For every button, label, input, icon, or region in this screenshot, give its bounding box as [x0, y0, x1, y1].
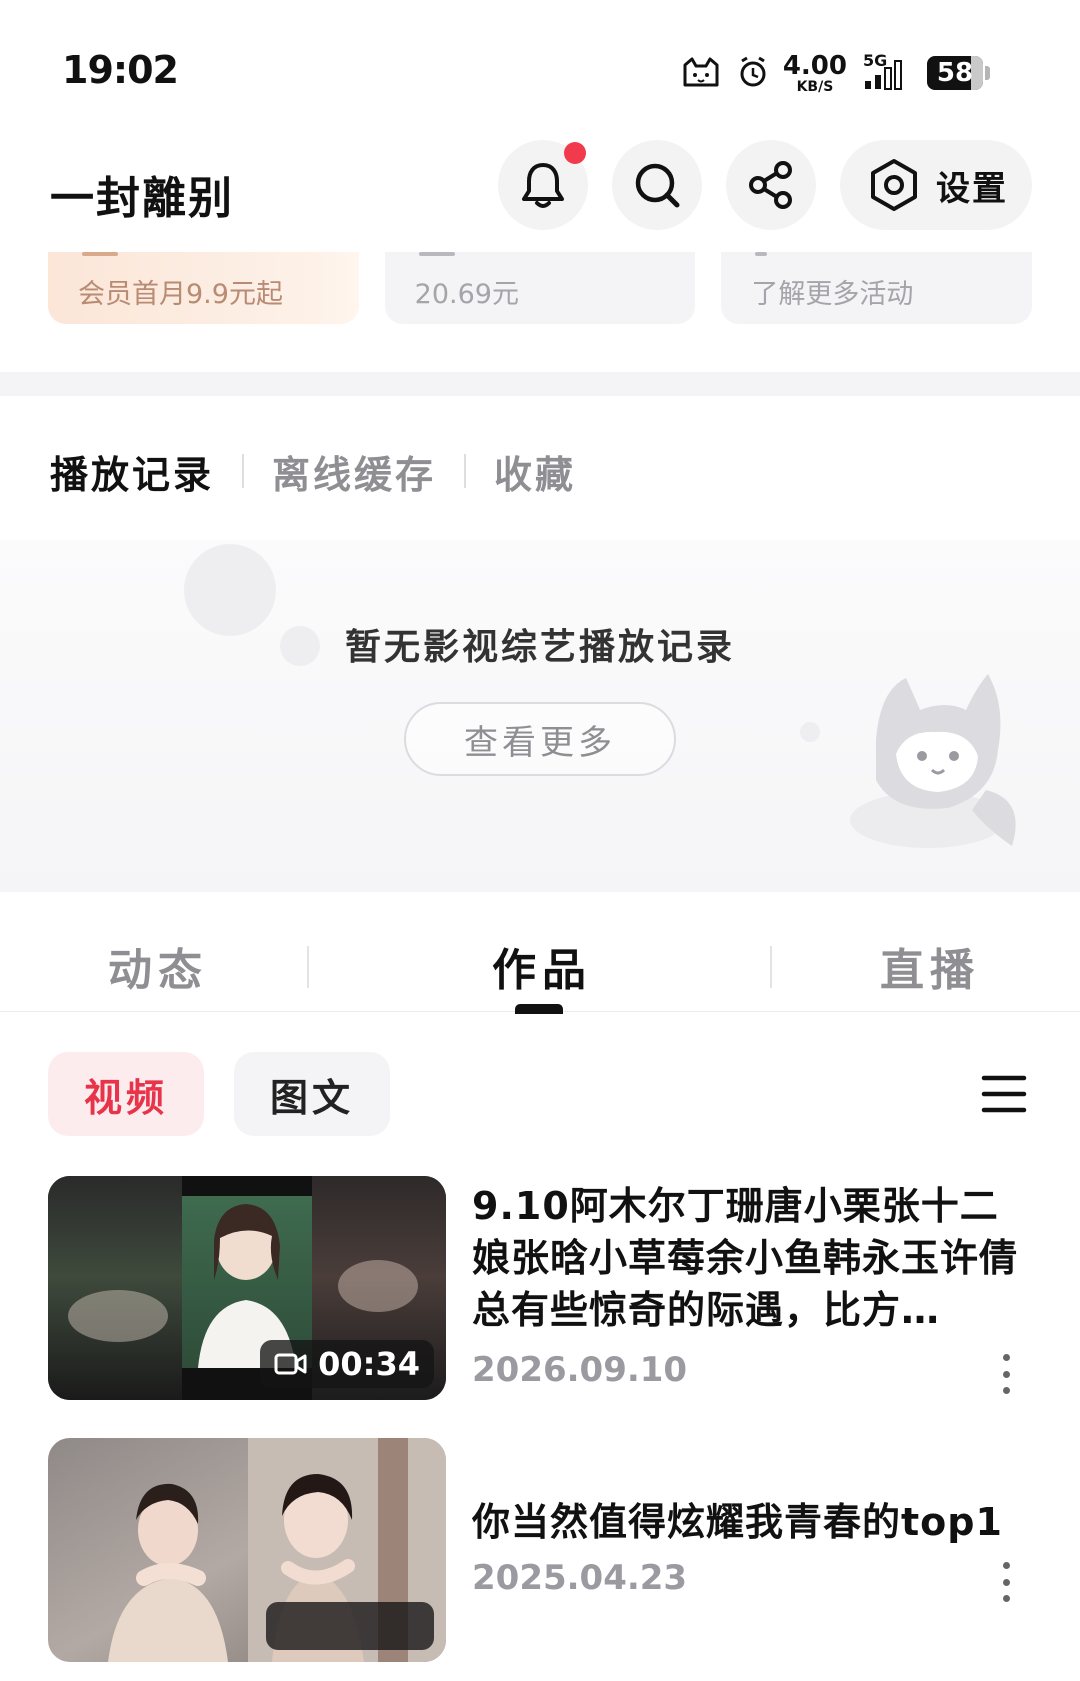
tab-separator: [464, 454, 467, 488]
promo-card-icon-stub: [418, 252, 455, 256]
share-icon: [749, 161, 792, 209]
settings-label: 设置: [936, 168, 1008, 209]
tab-favorites[interactable]: 收藏: [494, 444, 576, 499]
content-tabs: 动态 作品 直播: [0, 920, 1080, 1014]
tab-separator: [770, 946, 772, 988]
tab-dynamics[interactable]: 动态: [108, 934, 208, 998]
view-more-button[interactable]: 查看更多: [404, 702, 676, 776]
active-tab-indicator: [515, 1004, 563, 1014]
video-thumbnail[interactable]: [48, 1438, 446, 1662]
tab-separator: [307, 946, 309, 988]
promo-card-text: 了解更多活动: [751, 279, 914, 310]
status-bar: 19:02 4.00 KB/S 5G 58: [0, 0, 1080, 130]
signal-icon: 5G: [861, 51, 913, 91]
alarm-icon: [737, 55, 769, 91]
cat-notification-icon: [679, 55, 723, 91]
list-menu-icon[interactable]: [980, 1070, 1028, 1118]
empty-history-area: 暂无影视综艺播放记录 查看更多: [0, 540, 1080, 892]
promo-card-icon-stub: [755, 252, 768, 256]
promo-card-text: 会员首月9.9元起: [78, 279, 283, 310]
profile-header: 一封離别 设置: [0, 140, 1080, 240]
settings-button[interactable]: 设置: [840, 140, 1032, 230]
search-icon: [635, 163, 680, 208]
status-time: 19:02: [62, 48, 179, 92]
share-button[interactable]: [726, 140, 816, 230]
notification-button[interactable]: [498, 140, 588, 230]
video-title[interactable]: 9.10阿木尔丁珊唐小栗张十二娘张晗小草莓余小鱼韩永玉许倩 总有些惊奇的际遇，比…: [472, 1180, 1032, 1336]
settings-hex-icon: [871, 159, 917, 211]
more-options-icon[interactable]: [994, 1354, 1018, 1394]
promo-card-vip[interactable]: 会员首月9.9元起: [48, 252, 359, 324]
history-tabs: 播放记录 离线缓存 收藏: [50, 444, 576, 499]
promo-card-icon-stub: [82, 252, 118, 256]
tab-separator: [242, 454, 245, 488]
tab-play-history[interactable]: 播放记录: [50, 444, 214, 499]
video-date: 2026.09.10: [472, 1350, 688, 1390]
notification-dot: [564, 142, 586, 164]
fox-mascot-icon: [850, 674, 1016, 848]
promo-cards: 会员首月9.9元起 20.69元 了解更多活动: [48, 252, 1033, 324]
tab-live[interactable]: 直播: [880, 934, 980, 998]
video-duration-badge: 00:34: [260, 1340, 434, 1388]
video-item[interactable]: 你当然值得炫耀我青春的top1 2025.04.23: [48, 1438, 1038, 1664]
status-icons: 4.00 KB/S 5G 58: [679, 50, 990, 96]
filter-pills: 视频 图文: [48, 1052, 390, 1136]
net-speed: 4.00 KB/S: [782, 50, 847, 95]
search-button[interactable]: [612, 140, 702, 230]
decor-bubble: [800, 722, 820, 742]
video-thumbnail[interactable]: 00:34: [48, 1176, 446, 1400]
section-divider: [0, 372, 1080, 396]
bell-icon: [522, 163, 564, 208]
video-date: 2025.04.23: [472, 1558, 688, 1598]
video-title[interactable]: 你当然值得炫耀我青春的top1: [472, 1496, 1032, 1548]
video-item[interactable]: 00:34 9.10阿木尔丁珊唐小栗张十二娘张晗小草莓余小鱼韩永玉许倩 总有些惊…: [48, 1176, 1038, 1402]
empty-history-message: 暂无影视综艺播放记录: [344, 627, 735, 668]
more-options-icon[interactable]: [994, 1562, 1018, 1602]
promo-card-activities[interactable]: 了解更多活动: [721, 252, 1033, 324]
tab-works[interactable]: 作品: [492, 934, 592, 998]
promo-card-balance[interactable]: 20.69元: [384, 252, 696, 324]
username: 一封離别: [50, 173, 234, 224]
video-duration-badge: [266, 1602, 434, 1650]
battery-icon: 58: [927, 56, 990, 90]
video-camera-icon: [274, 1353, 307, 1375]
filter-video[interactable]: 视频: [48, 1052, 204, 1136]
promo-card-text: 20.69元: [414, 279, 519, 310]
video-duration: 00:34: [318, 1345, 420, 1383]
tab-offline-cache[interactable]: 离线缓存: [272, 444, 436, 499]
filter-image-text[interactable]: 图文: [234, 1052, 390, 1136]
